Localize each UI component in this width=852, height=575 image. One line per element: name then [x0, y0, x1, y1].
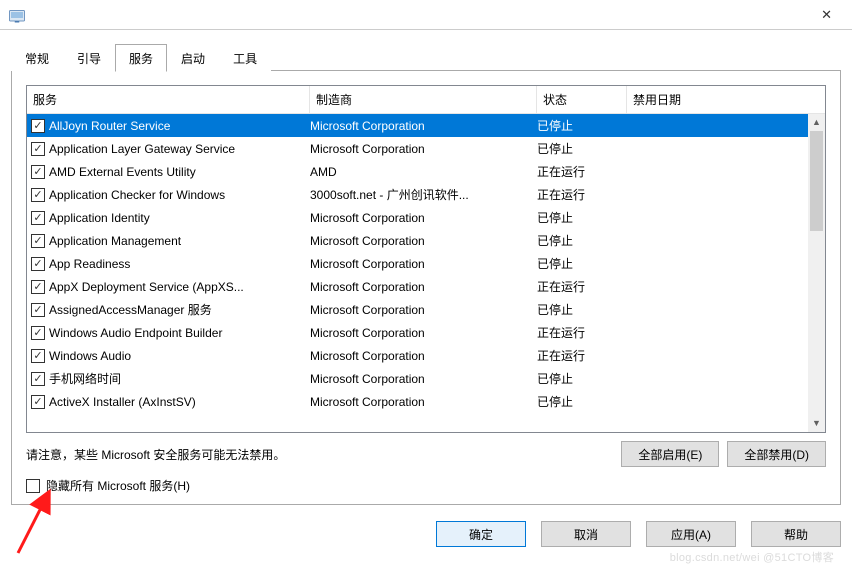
cell-status: 正在运行: [537, 278, 627, 295]
row-checkbox[interactable]: ✓: [31, 142, 45, 156]
cell-status: 正在运行: [537, 324, 627, 341]
col-disable-date[interactable]: 禁用日期: [627, 86, 808, 113]
tab-startup[interactable]: 启动: [167, 44, 219, 71]
table-row[interactable]: ✓ Windows Audio Endpoint BuilderMicrosoft…: [27, 321, 825, 344]
row-checkbox[interactable]: ✓: [31, 257, 45, 271]
hide-ms-label[interactable]: 隐藏所有 Microsoft 服务(H): [46, 477, 190, 494]
row-checkbox[interactable]: ✓: [31, 395, 45, 409]
table-row[interactable]: ✓ Application ManagementMicrosoft Corpora…: [27, 229, 825, 252]
cell-status: 已停止: [537, 301, 627, 318]
cell-service: AssignedAccessManager 服务: [49, 301, 310, 318]
cell-manufacturer: Microsoft Corporation: [310, 395, 537, 409]
services-panel: 服务 制造商 状态 禁用日期 ✓AllJoyn Router ServiceMi…: [11, 71, 841, 505]
scroll-down-icon[interactable]: ▼: [808, 415, 825, 432]
cancel-button[interactable]: 取消: [541, 521, 631, 547]
cell-manufacturer: Microsoft Corporation: [310, 326, 537, 340]
scroll-up-icon[interactable]: ▲: [808, 114, 825, 131]
list-header: 服务 制造商 状态 禁用日期: [27, 86, 825, 114]
scroll-thumb[interactable]: [810, 131, 823, 231]
table-row[interactable]: ✓ Windows AudioMicrosoft Corporation正在运行: [27, 344, 825, 367]
cell-manufacturer: Microsoft Corporation: [310, 119, 537, 133]
watermark: blog.csdn.net/wei @51CTO博客: [670, 549, 834, 565]
cell-manufacturer: 3000soft.net - 广州创讯软件...: [310, 186, 537, 203]
table-row[interactable]: ✓ AMD External Events UtilityAMD正在运行: [27, 160, 825, 183]
titlebar: ✕: [0, 0, 852, 30]
close-button[interactable]: ✕: [809, 5, 844, 25]
row-checkbox[interactable]: ✓: [31, 303, 45, 317]
cell-service: 手机网络时间: [49, 370, 310, 387]
cell-status: 已停止: [537, 370, 627, 387]
table-row[interactable]: ✓ Application Checker for Windows3000soft…: [27, 183, 825, 206]
row-checkbox[interactable]: ✓: [31, 349, 45, 363]
cell-service: AllJoyn Router Service: [49, 119, 310, 133]
cell-status: 已停止: [537, 393, 627, 410]
tab-tools[interactable]: 工具: [219, 44, 271, 71]
cell-manufacturer: Microsoft Corporation: [310, 142, 537, 156]
msconfig-icon: [8, 6, 26, 24]
cell-manufacturer: AMD: [310, 165, 537, 179]
cell-manufacturer: Microsoft Corporation: [310, 349, 537, 363]
row-checkbox[interactable]: ✓: [31, 211, 45, 225]
tab-general[interactable]: 常规: [11, 44, 63, 71]
row-checkbox[interactable]: ✓: [31, 234, 45, 248]
cell-service: Windows Audio Endpoint Builder: [49, 326, 310, 340]
table-row[interactable]: ✓ AllJoyn Router ServiceMicrosoft Corpora…: [27, 114, 825, 137]
cell-manufacturer: Microsoft Corporation: [310, 211, 537, 225]
col-status[interactable]: 状态: [537, 86, 627, 113]
cell-service: Windows Audio: [49, 349, 310, 363]
row-checkbox[interactable]: ✓: [31, 165, 45, 179]
col-manufacturer[interactable]: 制造商: [310, 86, 537, 113]
cell-service: App Readiness: [49, 257, 310, 271]
cell-service: Application Management: [49, 234, 310, 248]
services-list: 服务 制造商 状态 禁用日期 ✓AllJoyn Router ServiceMi…: [26, 85, 826, 433]
cell-status: 正在运行: [537, 163, 627, 180]
scroll-track[interactable]: [808, 131, 825, 415]
cell-manufacturer: Microsoft Corporation: [310, 234, 537, 248]
tab-services[interactable]: 服务: [115, 44, 167, 72]
col-service[interactable]: 服务: [27, 86, 310, 113]
apply-button[interactable]: 应用(A): [646, 521, 736, 547]
table-row[interactable]: ✓ ActiveX Installer (AxInstSV)Microsoft C…: [27, 390, 825, 413]
row-checkbox[interactable]: ✓: [31, 326, 45, 340]
list-body: ✓AllJoyn Router ServiceMicrosoft Corpora…: [27, 114, 825, 432]
row-checkbox[interactable]: ✓: [31, 372, 45, 386]
table-row[interactable]: ✓ Application IdentityMicrosoft Corporati…: [27, 206, 825, 229]
cell-manufacturer: Microsoft Corporation: [310, 280, 537, 294]
cell-status: 已停止: [537, 232, 627, 249]
note-text: 请注意，某些 Microsoft 安全服务可能无法禁用。: [26, 446, 613, 463]
cell-service: Application Checker for Windows: [49, 188, 310, 202]
cell-service: AppX Deployment Service (AppXS...: [49, 280, 310, 294]
table-row[interactable]: ✓ AppX Deployment Service (AppXS...Micros…: [27, 275, 825, 298]
cell-manufacturer: Microsoft Corporation: [310, 303, 537, 317]
cell-status: 正在运行: [537, 186, 627, 203]
table-row[interactable]: ✓ AssignedAccessManager 服务Microsoft Corpo…: [27, 298, 825, 321]
cell-status: 正在运行: [537, 347, 627, 364]
table-row[interactable]: ✓ Application Layer Gateway ServiceMicros…: [27, 137, 825, 160]
ok-button[interactable]: 确定: [436, 521, 526, 547]
cell-status: 已停止: [537, 117, 627, 134]
cell-service: Application Layer Gateway Service: [49, 142, 310, 156]
help-button[interactable]: 帮助: [751, 521, 841, 547]
enable-all-button[interactable]: 全部启用(E): [621, 441, 719, 467]
cell-service: ActiveX Installer (AxInstSV): [49, 395, 310, 409]
cell-manufacturer: Microsoft Corporation: [310, 372, 537, 386]
row-checkbox[interactable]: ✓: [31, 119, 45, 133]
cell-status: 已停止: [537, 209, 627, 226]
disable-all-button[interactable]: 全部禁用(D): [727, 441, 826, 467]
cell-status: 已停止: [537, 255, 627, 272]
row-checkbox[interactable]: ✓: [31, 188, 45, 202]
cell-service: Application Identity: [49, 211, 310, 225]
cell-manufacturer: Microsoft Corporation: [310, 257, 537, 271]
table-row[interactable]: ✓ App ReadinessMicrosoft Corporation已停止: [27, 252, 825, 275]
row-checkbox[interactable]: ✓: [31, 280, 45, 294]
hide-ms-checkbox[interactable]: [26, 479, 40, 493]
cell-service: AMD External Events Utility: [49, 165, 310, 179]
scrollbar[interactable]: ▲ ▼: [808, 114, 825, 432]
tab-boot[interactable]: 引导: [63, 44, 115, 71]
tabstrip: 常规 引导 服务 启动 工具: [0, 30, 852, 71]
cell-status: 已停止: [537, 140, 627, 157]
table-row[interactable]: ✓ 手机网络时间Microsoft Corporation已停止: [27, 367, 825, 390]
